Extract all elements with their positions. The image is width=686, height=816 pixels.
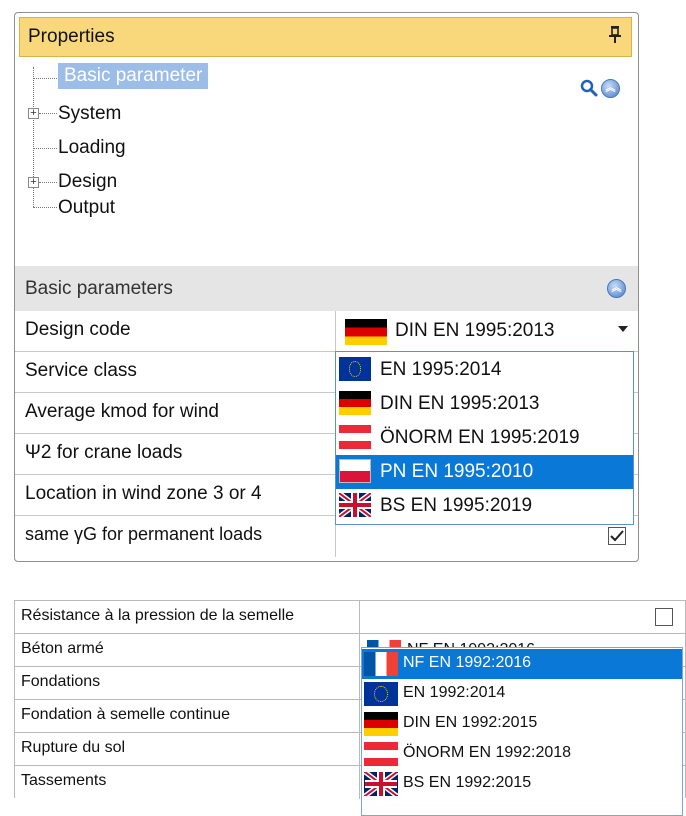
column-divider xyxy=(359,634,360,667)
column-divider xyxy=(359,667,360,700)
design-code-dropdown-list: EN 1995:2014 DIN EN 1995:2013 ÖNORM EN 1… xyxy=(335,351,634,525)
option-label: NF EN 1992:2016 xyxy=(403,654,532,671)
french-property-grid: Résistance à la pression de la semelle B… xyxy=(14,600,686,816)
property-row-pression-semelle[interactable]: Résistance à la pression de la semelle xyxy=(14,600,686,634)
option-label: BS EN 1992:2015 xyxy=(403,774,532,791)
dropdown-option[interactable]: DIN EN 1992:2015 xyxy=(362,709,682,739)
option-label: EN 1992:2014 xyxy=(403,684,506,701)
option-label: EN 1995:2014 xyxy=(380,359,502,380)
austria-flag-icon xyxy=(364,742,398,766)
combo-value: DIN EN 1995:2013 xyxy=(395,320,555,341)
uk-flag-icon xyxy=(339,493,371,517)
property-name: Résistance à la pression de la semelle xyxy=(21,607,295,624)
germany-flag-icon xyxy=(345,319,387,345)
properties-title: Properties xyxy=(28,26,115,47)
germany-flag-icon xyxy=(339,391,371,415)
section-header[interactable]: Basic parameters ︽ xyxy=(15,266,638,311)
dropdown-option-highlighted[interactable]: PN EN 1995:2010 xyxy=(336,455,633,489)
tree-connector xyxy=(33,207,57,208)
property-row-design-code[interactable]: Design code DIN EN 1995:2013 xyxy=(15,311,638,352)
germany-flag-icon xyxy=(364,712,398,736)
column-divider xyxy=(359,700,360,733)
pin-icon[interactable] xyxy=(608,25,622,48)
dropdown-option[interactable]: EN 1992:2014 xyxy=(362,679,682,709)
property-name: Fondation à semelle continue xyxy=(21,706,231,723)
search-icon[interactable] xyxy=(580,79,598,102)
property-name: same γG for permanent loads xyxy=(25,524,263,544)
option-label: DIN EN 1995:2013 xyxy=(380,393,540,414)
option-label: DIN EN 1992:2015 xyxy=(403,714,538,731)
property-name: Béton armé xyxy=(21,640,104,657)
option-label: ÖNORM EN 1992:2018 xyxy=(403,744,572,761)
column-divider xyxy=(359,601,360,634)
expand-icon[interactable]: + xyxy=(28,177,39,188)
tree-connector xyxy=(39,182,57,183)
tree-item-basic-parameter[interactable]: Basic parameter xyxy=(58,63,209,89)
dropdown-arrow-icon[interactable] xyxy=(618,326,628,332)
property-name: Tassements xyxy=(21,772,107,789)
property-name: Rupture du sol xyxy=(21,739,126,756)
same-gamma-g-checkbox[interactable] xyxy=(608,527,626,545)
tree-connector xyxy=(33,78,57,79)
property-name: Ψ2 for crane loads xyxy=(25,442,183,463)
option-label: PN EN 1995:2010 xyxy=(380,461,534,482)
option-label: ÖNORM EN 1995:2019 xyxy=(380,427,580,448)
collapse-icon[interactable]: ︽ xyxy=(601,79,620,98)
design-code-combo[interactable]: DIN EN 1995:2013 xyxy=(345,317,634,347)
dropdown-option-highlighted[interactable]: NF EN 1992:2016 xyxy=(362,649,682,679)
dropdown-option[interactable]: BS EN 1992:2015 xyxy=(362,769,682,799)
poland-flag-icon xyxy=(339,459,371,483)
tree-item-design[interactable]: Design xyxy=(58,169,117,195)
collapse-section-icon[interactable]: ︽ xyxy=(607,279,626,298)
austria-flag-icon xyxy=(339,425,371,449)
column-divider xyxy=(359,766,360,799)
properties-header[interactable]: Properties xyxy=(19,17,632,57)
uk-flag-icon xyxy=(364,772,398,796)
property-name: Fondations xyxy=(21,673,101,690)
beton-arme-dropdown-list: NF EN 1992:2016 EN 1992:2014 DIN EN 1992… xyxy=(361,647,683,816)
tree-item-output[interactable]: Output xyxy=(58,195,115,221)
property-name: Location in wind zone 3 or 4 xyxy=(25,483,262,504)
navigation-tree: + + Basic parameter System Loading Desig… xyxy=(15,61,635,247)
property-name: Average kmod for wind xyxy=(25,401,219,422)
dropdown-option[interactable]: ÖNORM EN 1992:2018 xyxy=(362,739,682,769)
dropdown-option[interactable]: BS EN 1995:2019 xyxy=(336,489,633,523)
france-flag-icon xyxy=(364,652,398,676)
expand-icon[interactable]: + xyxy=(28,108,39,119)
column-divider xyxy=(335,311,336,352)
eu-flag-icon xyxy=(339,357,371,381)
tree-connector xyxy=(33,148,57,149)
tree-item-loading[interactable]: Loading xyxy=(58,135,126,161)
dropdown-option[interactable]: EN 1995:2014 xyxy=(336,353,633,387)
section-title: Basic parameters xyxy=(25,278,173,299)
property-name: Service class xyxy=(25,360,137,381)
column-divider xyxy=(359,733,360,766)
pression-semelle-checkbox[interactable] xyxy=(655,608,673,626)
dropdown-option[interactable]: DIN EN 1995:2013 xyxy=(336,387,633,421)
property-name: Design code xyxy=(25,319,131,340)
option-label: BS EN 1995:2019 xyxy=(380,495,533,516)
dropdown-option[interactable]: ÖNORM EN 1995:2019 xyxy=(336,421,633,455)
tree-item-system[interactable]: System xyxy=(58,101,121,127)
eu-flag-icon xyxy=(364,682,398,706)
properties-panel: Properties + + Basic parameter System Lo… xyxy=(14,12,639,562)
tree-connector xyxy=(39,113,57,114)
